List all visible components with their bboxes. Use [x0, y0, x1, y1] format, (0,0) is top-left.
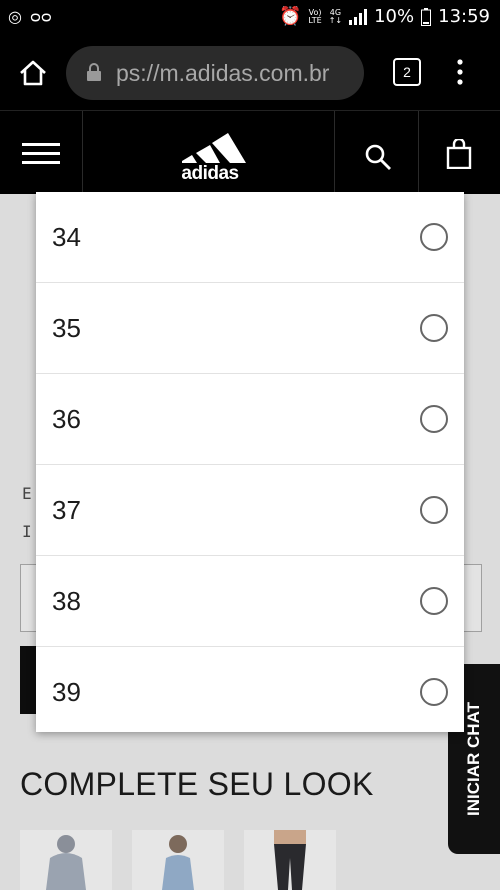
- clock: 13:59: [438, 6, 490, 27]
- adidas-stripes-logo: [182, 133, 246, 163]
- product-thumbnail[interactable]: [132, 830, 224, 890]
- section-title: COMPLETE SEU LOOK: [20, 766, 374, 802]
- signal-icon: [349, 8, 368, 25]
- status-bar: ◎ ᴑᴑ ⏰ Vo) LTE 4G ↑↓ 10% 13:59: [0, 0, 500, 36]
- radio-button[interactable]: [420, 314, 448, 342]
- product-thumbnail[interactable]: [20, 830, 112, 890]
- size-option-label: 39: [52, 677, 81, 707]
- battery-percent: 10%: [374, 6, 415, 27]
- vertical-dots-icon: [457, 59, 463, 85]
- sync-icon: ◎: [8, 7, 22, 26]
- pants-image: [274, 830, 306, 890]
- radio-button[interactable]: [420, 496, 448, 524]
- hamburger-menu-icon[interactable]: [22, 143, 60, 164]
- size-option-label: 34: [52, 222, 81, 252]
- background-label: I: [22, 522, 32, 541]
- product-thumbnail[interactable]: [244, 830, 336, 890]
- status-left-icons: ◎ ᴑᴑ: [8, 7, 52, 26]
- volte-bottom: LTE: [308, 15, 322, 25]
- chat-label: INICIAR CHAT: [464, 702, 483, 816]
- logo-text: adidas: [181, 163, 239, 184]
- site-header: adidas: [0, 110, 500, 195]
- volte-indicator: Vo) LTE: [308, 8, 322, 25]
- size-option-label: 38: [52, 586, 81, 616]
- radio-button[interactable]: [420, 223, 448, 251]
- lock-icon: [87, 63, 101, 81]
- voicemail-icon: ᴑᴑ: [29, 7, 52, 26]
- search-icon[interactable]: [364, 143, 392, 171]
- size-option-label: 36: [52, 404, 81, 434]
- radio-button[interactable]: [420, 678, 448, 706]
- size-option-label: 37: [52, 495, 81, 525]
- size-option-label: 35: [52, 313, 81, 343]
- size-option[interactable]: 37: [36, 465, 464, 556]
- shopping-bag-icon[interactable]: [446, 139, 472, 169]
- size-option[interactable]: 36: [36, 374, 464, 465]
- url-text: ps://m.adidas.com.br: [116, 60, 330, 86]
- network-indicator: 4G ↑↓: [328, 8, 343, 25]
- alarm-icon: ⏰: [278, 6, 302, 27]
- size-option[interactable]: 39: [36, 647, 464, 737]
- size-option[interactable]: 35: [36, 283, 464, 374]
- size-option[interactable]: 34: [36, 192, 464, 283]
- background-label: E: [22, 484, 32, 503]
- network-arrows: ↑↓: [328, 15, 343, 25]
- jacket-image: [46, 835, 86, 890]
- size-option[interactable]: 38: [36, 556, 464, 647]
- browser-toolbar: ps://m.adidas.com.br 2: [0, 36, 500, 110]
- top-image: [162, 835, 194, 890]
- address-bar[interactable]: ps://m.adidas.com.br: [66, 46, 364, 100]
- size-selection-dialog: 34 35 36 37 38 39: [36, 192, 464, 732]
- status-right-icons: ⏰ Vo) LTE 4G ↑↓ 10% 13:59: [279, 6, 490, 27]
- radio-button[interactable]: [420, 405, 448, 433]
- header-divider: [82, 111, 83, 195]
- adidas-logo[interactable]: adidas: [170, 127, 250, 184]
- browser-menu-icon[interactable]: [452, 58, 468, 88]
- radio-button[interactable]: [420, 587, 448, 615]
- home-icon[interactable]: [18, 60, 48, 86]
- battery-icon: [421, 7, 432, 26]
- header-divider: [334, 111, 335, 195]
- tab-switcher-button[interactable]: 2: [393, 58, 421, 86]
- header-divider: [418, 111, 419, 195]
